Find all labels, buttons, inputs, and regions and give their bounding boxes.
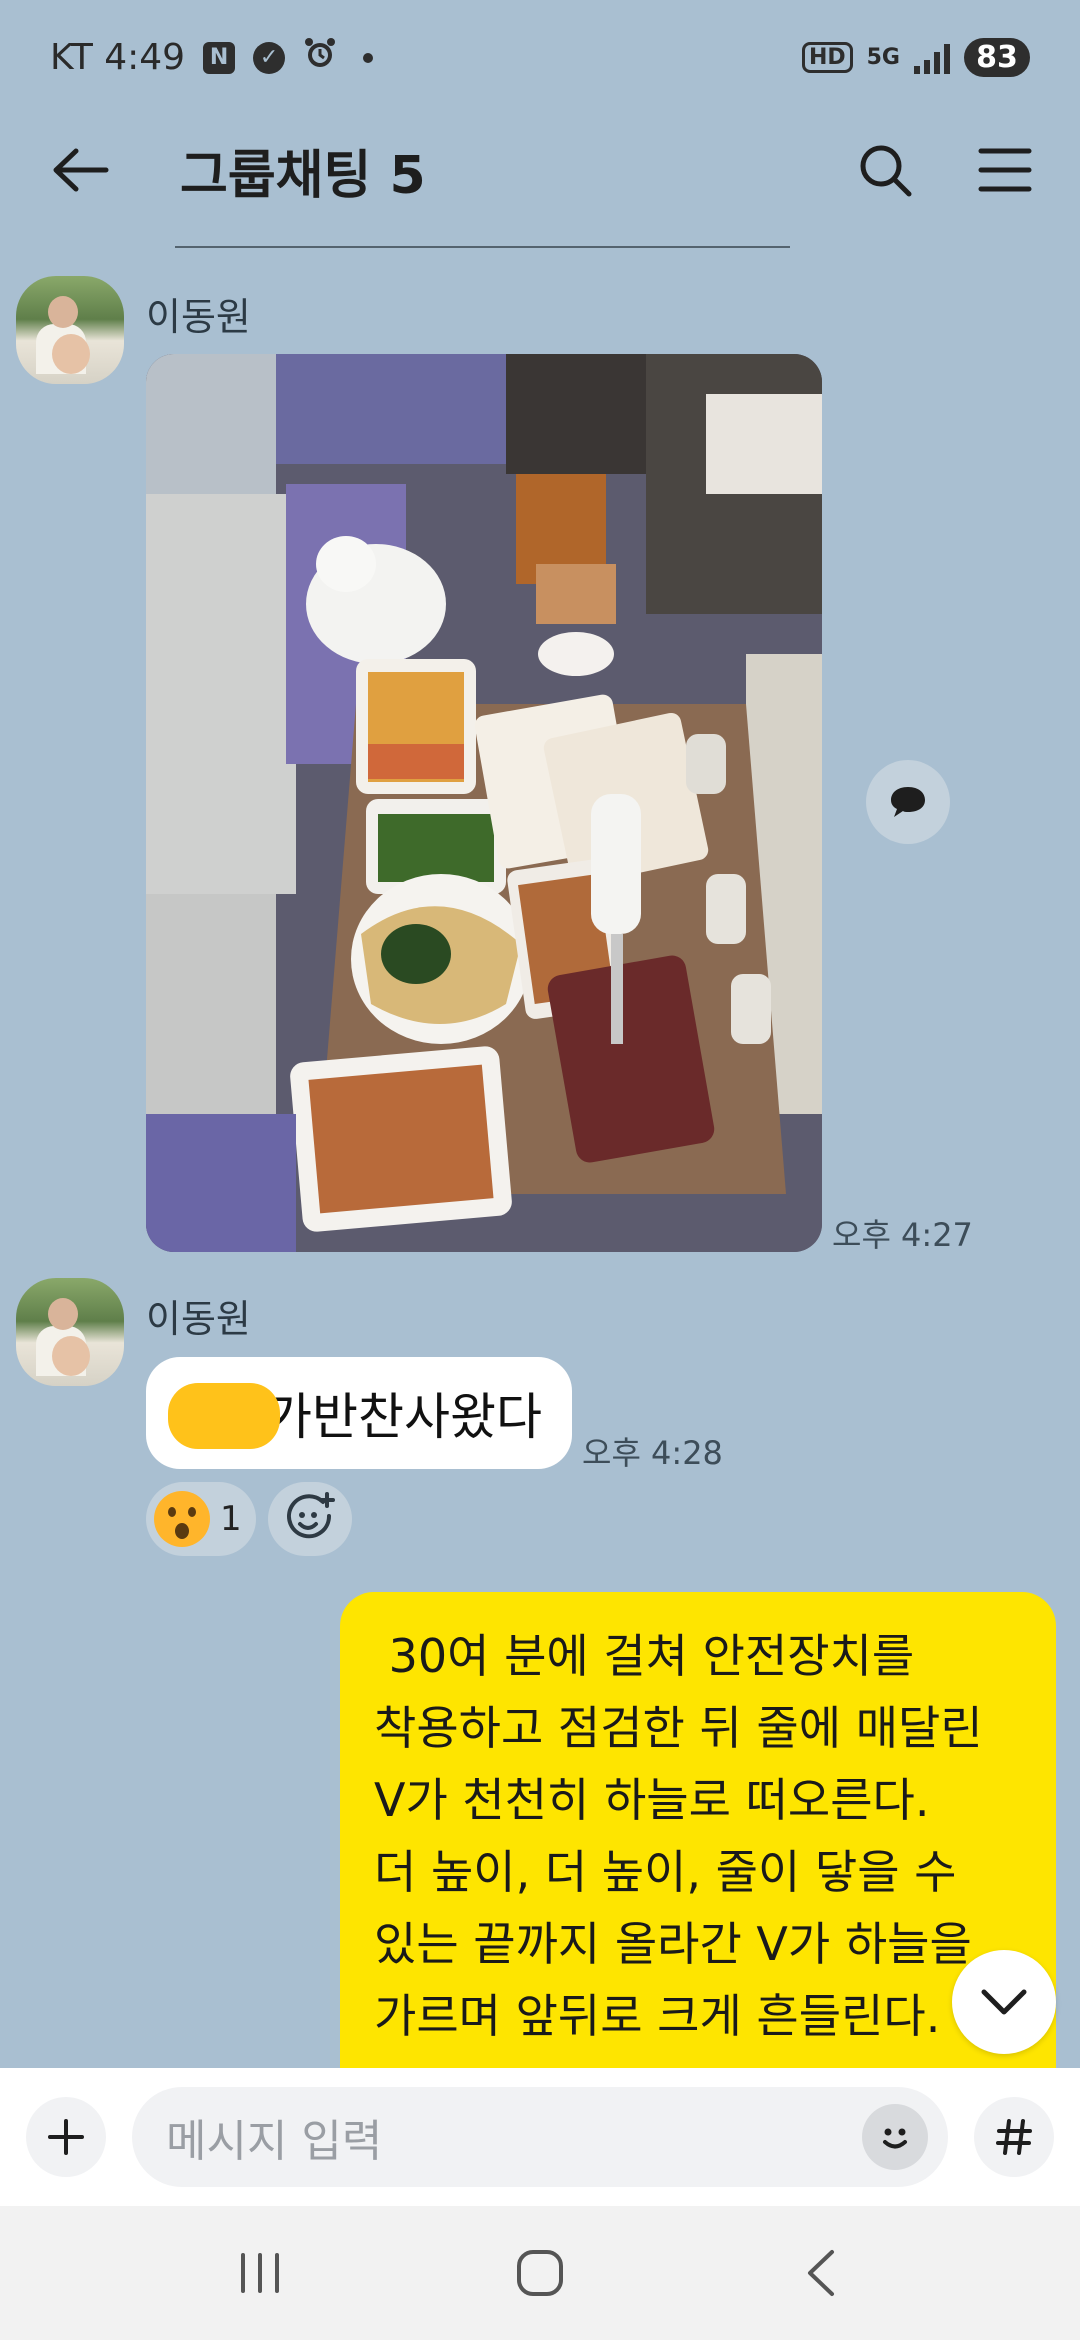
menu-button[interactable]	[970, 135, 1040, 205]
reply-button[interactable]	[866, 760, 950, 844]
search-button[interactable]	[850, 135, 920, 205]
system-navigation-bar	[0, 2206, 1080, 2340]
home-icon	[517, 2250, 563, 2296]
signal-icon	[914, 42, 950, 74]
message-line: 착용하고 점검한 뒤 줄에 매달린	[374, 1701, 983, 1755]
avatar[interactable]	[16, 276, 124, 384]
avatar[interactable]	[16, 1278, 124, 1386]
back-arrow-icon	[53, 148, 109, 192]
message-input-bar: 메시지 입력	[0, 2068, 1080, 2206]
network-icon: 5G	[866, 44, 900, 70]
attach-button[interactable]	[26, 2097, 106, 2177]
message-time: 오후 4:27	[832, 1216, 973, 1254]
status-bar: KT 4:49 N ✓ HD 5G 83	[0, 0, 1080, 115]
hamburger-menu-icon	[978, 148, 1032, 192]
message-line: 가르며 앞뒤로 크게 흔들린다.	[374, 1989, 941, 2043]
emoji-button[interactable]	[862, 2104, 928, 2170]
sender-name: 이동원	[146, 295, 251, 339]
message-input[interactable]: 메시지 입력	[132, 2087, 948, 2187]
chevron-down-icon	[981, 1989, 1027, 2015]
home-button[interactable]	[490, 2233, 590, 2313]
message-text: 가반찬사왔다	[266, 1388, 542, 1446]
dot-icon	[363, 52, 374, 63]
message-input-placeholder: 메시지 입력	[166, 2116, 383, 2167]
add-reaction-button[interactable]	[268, 1482, 352, 1556]
reaction-count: 1	[220, 1499, 242, 1539]
search-icon	[860, 145, 912, 197]
scroll-to-bottom-button[interactable]	[952, 1950, 1056, 2054]
shared-photo[interactable]	[146, 354, 822, 1252]
message-bubble[interactable]: 가반찬사왔다	[146, 1357, 572, 1469]
chat-title: 그룹채팅 5	[180, 145, 426, 206]
hashtag-button[interactable]	[974, 2097, 1054, 2177]
message-line: 30여 분에 걸쳐 안전장치를	[374, 1629, 915, 1683]
date-divider	[175, 246, 790, 248]
redacted-name	[168, 1383, 280, 1449]
check-badge-icon: ✓	[253, 41, 286, 74]
food-table-photo	[146, 354, 822, 1252]
alarm-icon	[303, 36, 337, 79]
back-button[interactable]	[40, 130, 120, 210]
sender-name: 이동원	[146, 1297, 251, 1341]
reaction-chip[interactable]: 1	[146, 1482, 256, 1556]
emoji-icon	[883, 2128, 907, 2149]
plus-icon	[48, 2119, 84, 2155]
message-time: 오후 4:28	[582, 1434, 723, 1472]
hashtag-icon	[996, 2119, 1032, 2155]
chat-header: 그룹채팅 5	[0, 115, 1080, 225]
hd-icon: HD	[801, 42, 853, 73]
speech-bubble-icon	[891, 787, 925, 817]
back-chevron-icon	[808, 2250, 834, 2296]
surprised-face-icon	[154, 1491, 210, 1547]
battery-indicator: 83	[964, 38, 1030, 77]
message-line: 더 높이, 더 높이, 줄이 닿을 수	[374, 1845, 957, 1899]
message-line: 있는 끝까지 올라간 V가 하늘을	[374, 1917, 972, 1971]
my-message-bubble[interactable]: 30여 분에 걸쳐 안전장치를 착용하고 점검한 뒤 줄에 매달린 V가 천천히…	[340, 1592, 1056, 2122]
back-nav-button[interactable]	[770, 2233, 870, 2313]
add-emoji-icon	[287, 1492, 335, 1539]
message-line: V가 천천히 하늘로 떠오른다.	[374, 1773, 930, 1827]
recent-apps-icon	[241, 2253, 279, 2293]
naver-icon: N	[203, 41, 236, 74]
status-time: KT 4:49	[50, 37, 186, 78]
recent-apps-button[interactable]	[210, 2233, 310, 2313]
